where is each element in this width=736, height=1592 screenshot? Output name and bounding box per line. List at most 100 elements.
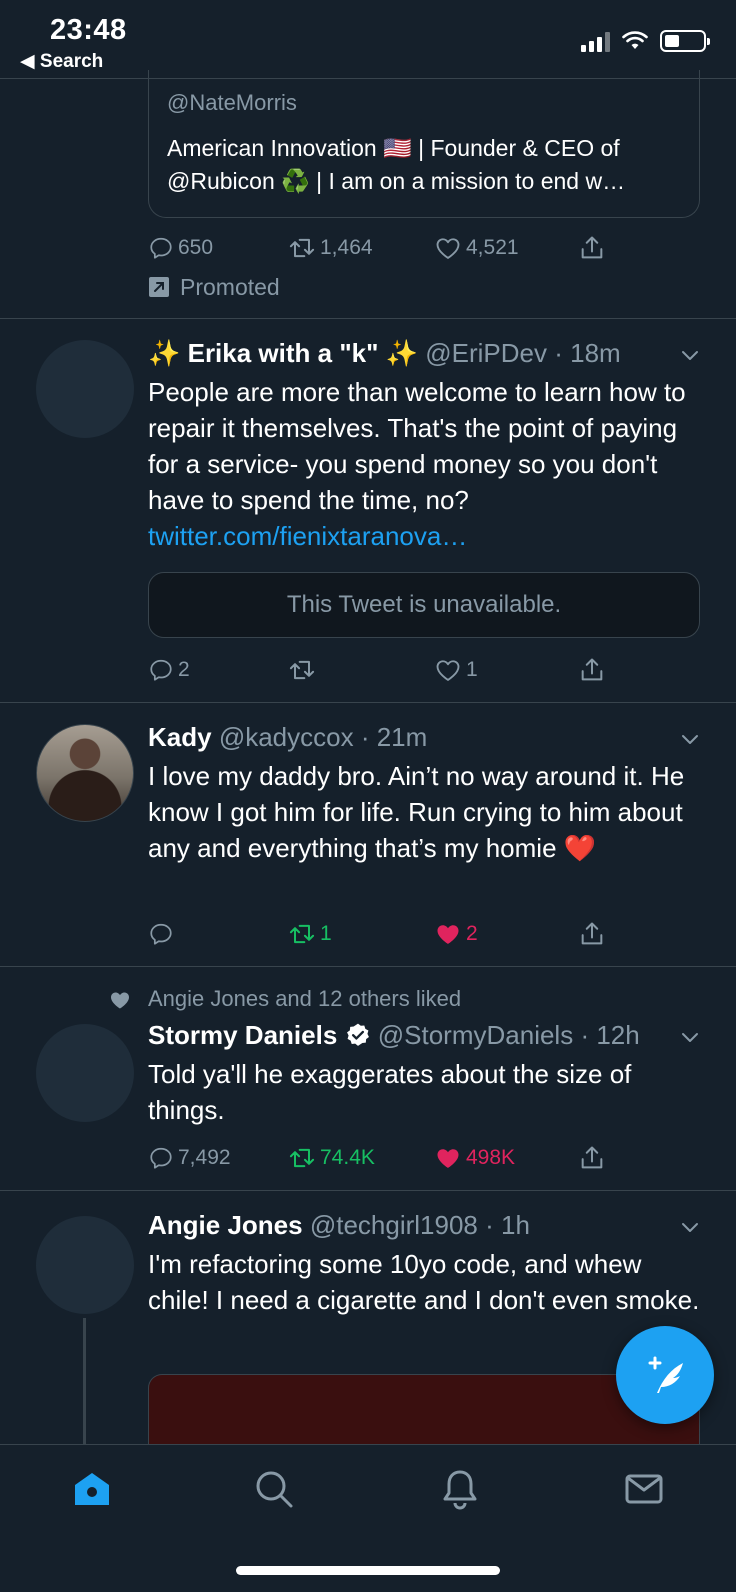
retweet-count: 1,464 xyxy=(320,236,373,259)
tweet-header: ✨ Erika with a "k" ✨ @EriPDev · 18m xyxy=(148,338,621,368)
verified-icon xyxy=(346,1023,369,1046)
tweet-actions: 2 1 xyxy=(148,652,628,688)
avatar[interactable] xyxy=(36,724,134,822)
reply-icon xyxy=(148,1145,174,1171)
handle[interactable]: @EriPDev xyxy=(425,338,547,368)
cellular-signal-icon xyxy=(581,30,610,52)
status-bar: 23:48 ◀ Search xyxy=(0,0,736,78)
compose-icon xyxy=(648,1356,683,1393)
reply-button[interactable]: 650 xyxy=(148,230,213,266)
thread-line xyxy=(83,1318,86,1444)
card-handle: @NateMorris xyxy=(167,90,297,115)
reply-button[interactable]: 7,492 xyxy=(148,1140,231,1176)
avatar[interactable] xyxy=(36,340,134,438)
promoted-text: Promoted xyxy=(180,273,280,300)
display-name[interactable]: Stormy Daniels xyxy=(148,1020,337,1050)
timestamp: 12h xyxy=(596,1020,640,1050)
share-icon xyxy=(578,1144,606,1172)
timestamp: 21m xyxy=(376,722,428,752)
tab-notifications[interactable] xyxy=(438,1467,484,1513)
reply-icon xyxy=(148,657,174,683)
share-button[interactable] xyxy=(578,1140,606,1176)
share-button[interactable] xyxy=(578,916,606,952)
handle[interactable]: @StormyDaniels xyxy=(378,1020,573,1050)
display-name[interactable]: Angie Jones xyxy=(148,1210,303,1240)
like-button[interactable]: 2 xyxy=(434,916,478,952)
reply-count: 7,492 xyxy=(178,1146,231,1169)
reply-icon xyxy=(148,235,174,261)
tweet-link[interactable]: twitter.com/fienixtaranova… xyxy=(148,521,467,551)
status-time: 23:48 xyxy=(50,14,127,46)
like-icon xyxy=(434,656,462,684)
reply-icon xyxy=(148,921,174,947)
share-button[interactable] xyxy=(578,652,606,688)
card-bio: American Innovation 🇺🇸 | Founder & CEO o… xyxy=(167,135,626,194)
avatar[interactable] xyxy=(36,1024,134,1122)
wifi-icon xyxy=(622,31,648,49)
promoted-profile-card[interactable]: @NateMorris American Innovation 🇺🇸 | Fou… xyxy=(148,70,700,218)
tweet-actions: 1 2 xyxy=(148,916,628,952)
like-icon xyxy=(434,920,462,948)
tweet-header: Kady @kadyccox · 21m xyxy=(148,722,428,752)
reply-count: 2 xyxy=(178,658,190,681)
chevron-down-icon[interactable] xyxy=(678,727,702,751)
handle[interactable]: @kadyccox xyxy=(219,722,354,752)
tweet-text: I love my daddy bro. Ain’t no way around… xyxy=(148,761,685,863)
like-count: 2 xyxy=(466,922,478,945)
home-indicator xyxy=(236,1566,500,1575)
display-name[interactable]: ✨ Erika with a "k" ✨ xyxy=(148,338,418,368)
liked-context-heart-icon xyxy=(108,988,132,1012)
retweet-button[interactable]: 74.4K xyxy=(288,1140,375,1176)
retweet-count: 1 xyxy=(320,922,332,945)
like-icon xyxy=(434,1144,462,1172)
social-context: Angie Jones and 12 others liked xyxy=(148,986,462,1011)
like-icon xyxy=(434,234,462,262)
home-icon xyxy=(75,1473,109,1505)
promoted-label: Promoted xyxy=(148,270,280,304)
tweet-text: Told ya'll he exaggerates about the size… xyxy=(148,1059,632,1125)
chevron-down-icon[interactable] xyxy=(678,1025,702,1049)
avatar[interactable] xyxy=(36,1216,134,1314)
messages-icon xyxy=(625,1474,663,1504)
promoted-tweet-actions: 650 1,464 4,521 xyxy=(148,230,628,266)
tab-home[interactable] xyxy=(70,1467,116,1513)
tweet-actions: 7,492 74.4K 498K xyxy=(148,1140,628,1176)
timestamp: 1h xyxy=(501,1210,530,1240)
tab-messages[interactable] xyxy=(622,1467,668,1513)
retweet-icon xyxy=(288,234,316,262)
back-to-search-link[interactable]: ◀ Search xyxy=(20,50,103,73)
like-button[interactable]: 498K xyxy=(434,1140,515,1176)
search-icon xyxy=(256,1471,293,1508)
notifications-icon xyxy=(443,1470,477,1510)
tweet-text: I'm refactoring some 10yo code, and whew… xyxy=(148,1249,700,1315)
reply-button[interactable] xyxy=(148,916,178,952)
chevron-down-icon[interactable] xyxy=(678,343,702,367)
share-icon xyxy=(578,656,606,684)
like-button[interactable]: 4,521 xyxy=(434,230,519,266)
reply-button[interactable]: 2 xyxy=(148,652,190,688)
tweet-header: Angie Jones @techgirl1908 · 1h xyxy=(148,1210,530,1240)
retweet-button[interactable] xyxy=(288,652,320,688)
chevron-down-icon[interactable] xyxy=(678,1215,702,1239)
retweet-button[interactable]: 1 xyxy=(288,916,332,952)
like-count: 4,521 xyxy=(466,236,519,259)
like-count: 498K xyxy=(466,1146,516,1169)
retweet-count: 74.4K xyxy=(320,1146,375,1169)
display-name[interactable]: Kady xyxy=(148,722,212,752)
like-count: 1 xyxy=(466,658,478,681)
tweet-header: Stormy Daniels @StormyDaniels · 12h xyxy=(148,1020,640,1050)
tweet-text: People are more than welcome to learn ho… xyxy=(148,377,686,551)
timestamp: 18m xyxy=(570,338,621,368)
share-icon xyxy=(578,920,606,948)
retweet-button[interactable]: 1,464 xyxy=(288,230,373,266)
compose-tweet-button[interactable] xyxy=(616,1326,714,1424)
unavailable-quoted-tweet: This Tweet is unavailable. xyxy=(148,572,700,638)
like-button[interactable]: 1 xyxy=(434,652,478,688)
handle[interactable]: @techgirl1908 xyxy=(310,1210,478,1240)
tab-search[interactable] xyxy=(252,1467,298,1513)
status-icons xyxy=(581,30,710,52)
retweet-icon xyxy=(288,1144,316,1172)
share-button[interactable] xyxy=(578,230,606,266)
reply-count: 650 xyxy=(178,236,214,259)
battery-icon xyxy=(660,30,710,52)
